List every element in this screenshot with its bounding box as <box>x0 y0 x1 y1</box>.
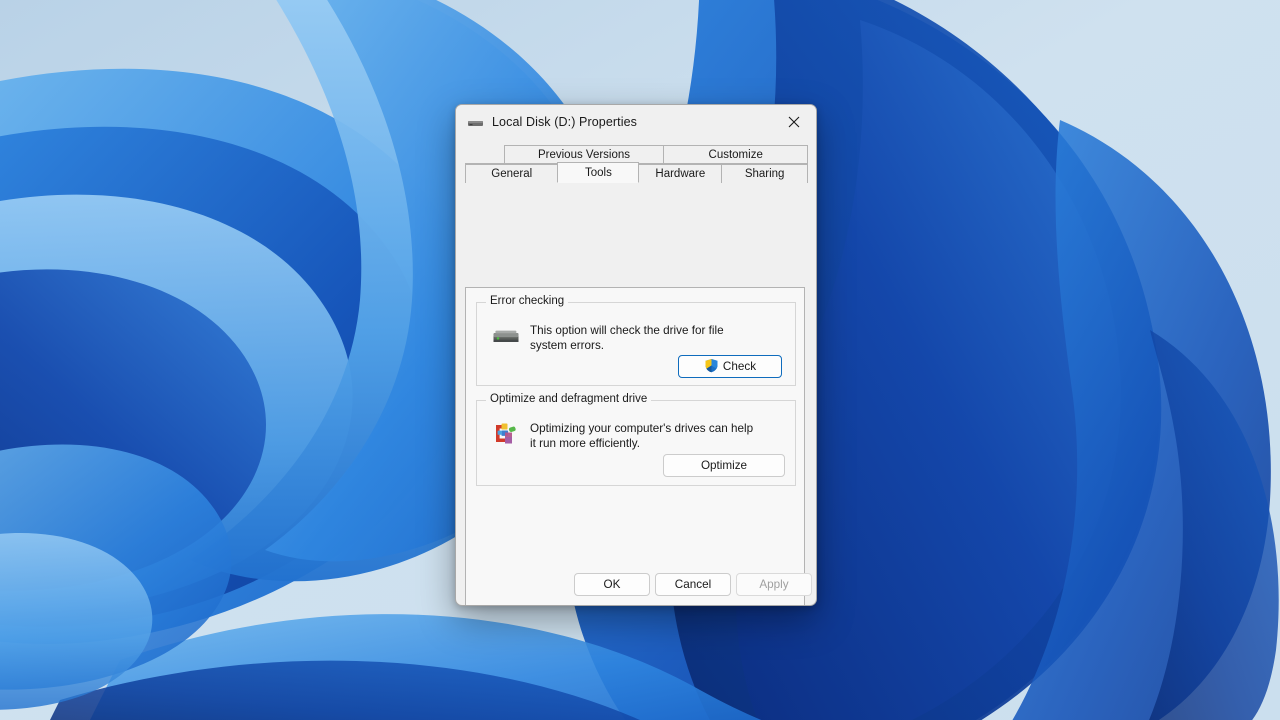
tab-label: Hardware <box>655 168 705 180</box>
tab-label: Previous Versions <box>538 149 630 161</box>
hard-drive-icon <box>492 327 520 350</box>
tab-label: Tools <box>585 167 612 179</box>
apply-button-label: Apply <box>759 578 788 591</box>
tab-label: Sharing <box>745 168 785 180</box>
tab-customize[interactable]: Customize <box>663 145 808 164</box>
cancel-button[interactable]: Cancel <box>655 573 731 596</box>
dialog-title: Local Disk (D:) Properties <box>492 115 637 129</box>
ok-button-label: OK <box>604 578 621 591</box>
tab-label: General <box>491 168 532 180</box>
check-button-label: Check <box>723 360 756 373</box>
error-checking-description: This option will check the drive for fil… <box>530 323 758 353</box>
tab-tools[interactable]: Tools <box>557 162 639 183</box>
optimize-defragment-group: Optimize and defragment drive <box>476 400 796 486</box>
check-button[interactable]: Check <box>678 355 782 378</box>
defragment-icon <box>492 419 520 450</box>
ok-button[interactable]: OK <box>574 573 650 596</box>
cancel-button-label: Cancel <box>675 578 711 591</box>
desktop: Local Disk (D:) Properties Previous Vers… <box>0 0 1280 720</box>
local-disk-properties-dialog: Local Disk (D:) Properties Previous Vers… <box>455 104 817 606</box>
uac-shield-icon <box>704 358 719 376</box>
optimize-description: Optimizing your computer's drives can he… <box>530 421 758 451</box>
tab-hardware[interactable]: Hardware <box>638 164 722 183</box>
tab-sharing[interactable]: Sharing <box>721 164 808 183</box>
tab-row-bottom: General Tools Hardware Sharing <box>465 164 807 183</box>
error-checking-group: Error checking This option will check th… <box>476 302 796 386</box>
apply-button: Apply <box>736 573 812 596</box>
tab-strip: Previous Versions Customize General Tool… <box>465 145 807 183</box>
hard-drive-icon <box>467 115 484 132</box>
close-icon <box>788 116 800 128</box>
optimize-button[interactable]: Optimize <box>663 454 785 477</box>
optimize-button-label: Optimize <box>701 459 747 472</box>
tab-general[interactable]: General <box>465 164 558 183</box>
dialog-footer: OK Cancel Apply <box>456 565 816 605</box>
tools-tab-page: Error checking This option will check th… <box>465 287 805 606</box>
tab-row-spacer <box>465 145 505 164</box>
close-button[interactable] <box>771 105 816 138</box>
dialog-titlebar[interactable]: Local Disk (D:) Properties <box>456 105 816 139</box>
tab-label: Customize <box>709 149 763 161</box>
